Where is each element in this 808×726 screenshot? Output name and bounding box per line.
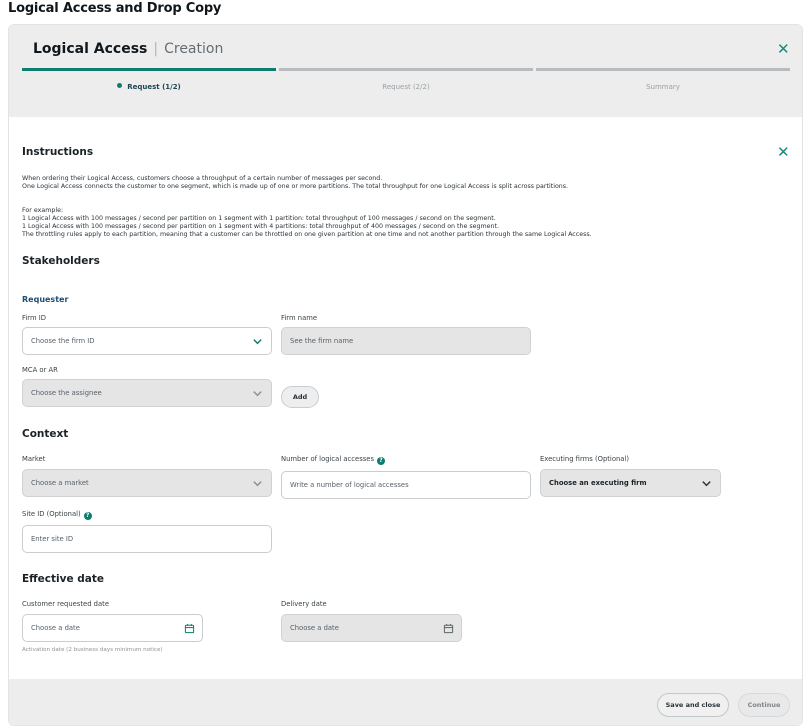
calendar-icon[interactable] — [184, 623, 195, 634]
market-label: Market — [22, 455, 46, 463]
title-separator: | — [153, 41, 159, 57]
context-heading: Context — [22, 428, 69, 440]
chevron-down-icon — [253, 339, 262, 345]
continue-button[interactable]: Continue — [738, 693, 790, 717]
save-and-close-button[interactable]: Save and close — [657, 693, 729, 717]
logical-accesses-placeholder: Write a number of logical accesses — [290, 481, 409, 489]
step-progress-1 — [22, 68, 276, 71]
customer-requested-date-label: Customer requested date — [22, 600, 109, 608]
market-placeholder: Choose a market — [31, 479, 89, 487]
step-3-label: Summary — [646, 83, 680, 91]
firm-id-select[interactable]: Choose the firm ID — [22, 327, 272, 355]
modal-title: Logical Access | Creation — [33, 41, 223, 57]
instructions-line: When ordering their Logical Access, cust… — [22, 175, 383, 182]
executing-firm-placeholder: Choose an executing firm — [549, 479, 647, 487]
executing-firms-label: Executing firms (Optional) — [540, 455, 629, 463]
help-icon[interactable]: ? — [377, 457, 386, 465]
instructions-line: 1 Logical Access with 100 messages / sec… — [22, 223, 499, 230]
firm-id-label: Firm ID — [22, 314, 46, 322]
creation-card: Logical Access | Creation ✕ Request (1/2) … — [8, 24, 803, 726]
chevron-down-icon — [702, 481, 711, 487]
site-id-label: Site ID (Optional)? — [22, 510, 92, 520]
instructions-line: One Logical Access connects the customer… — [22, 183, 569, 190]
close-instructions-icon[interactable]: ✕ — [777, 145, 790, 160]
delivery-date-input: Choose a date — [281, 614, 462, 642]
executing-firm-select[interactable]: Choose an executing firm — [540, 469, 721, 497]
firm-name-label: Firm name — [281, 314, 318, 322]
instructions-line: For example: — [22, 207, 64, 214]
site-id-input[interactable]: Enter site ID — [22, 525, 272, 553]
instructions-line: 1 Logical Access with 100 messages / sec… — [22, 215, 496, 222]
market-select[interactable]: Choose a market — [22, 469, 272, 497]
logical-accesses-label-text: Number of logical accesses — [281, 455, 375, 463]
effective-date-heading: Effective date — [22, 573, 105, 585]
delivery-date-placeholder: Choose a date — [290, 624, 339, 632]
step-2-label: Request (2/2) — [382, 83, 430, 91]
step-progress-3 — [536, 68, 790, 71]
help-icon[interactable]: ? — [83, 512, 92, 520]
modal-title-main: Logical Access — [33, 41, 148, 57]
firm-id-placeholder: Choose the firm ID — [31, 337, 95, 345]
firm-name-field: See the firm name — [281, 327, 531, 355]
requester-heading: Requester — [22, 295, 69, 304]
current-step-dot — [117, 83, 123, 88]
card-header: Logical Access | Creation ✕ Request (1/2) … — [9, 25, 802, 117]
step-3[interactable]: Summary — [536, 83, 790, 91]
site-id-placeholder: Enter site ID — [31, 535, 74, 543]
modal-title-sub: Creation — [164, 41, 224, 57]
instructions-heading: Instructions — [22, 146, 94, 158]
stakeholders-heading: Stakeholders — [22, 255, 100, 267]
chevron-down-icon — [253, 391, 262, 397]
instructions-line: The throttling rules apply to each parti… — [22, 231, 592, 238]
step-progress-2 — [279, 68, 533, 71]
close-modal-icon[interactable]: ✕ — [777, 42, 790, 57]
mca-ar-placeholder: Choose the assignee — [31, 389, 102, 397]
customer-requested-date-input[interactable]: Choose a date — [22, 614, 203, 642]
step-1[interactable]: Request (1/2) — [22, 83, 276, 91]
step-2[interactable]: Request (2/2) — [279, 83, 533, 91]
add-assignee-button[interactable]: Add — [281, 386, 319, 408]
mca-ar-label: MCA or AR — [22, 366, 58, 374]
chevron-down-icon — [253, 481, 262, 487]
logical-accesses-label: Number of logical accesses? — [281, 455, 386, 465]
firm-name-placeholder: See the firm name — [290, 337, 354, 345]
site-id-label-text: Site ID (Optional) — [22, 510, 81, 518]
step-1-label: Request (1/2) — [127, 83, 181, 91]
logical-accesses-input[interactable]: Write a number of logical accesses — [281, 471, 531, 499]
page-title: Logical Access and Drop Copy — [8, 1, 222, 16]
calendar-icon — [443, 623, 454, 634]
activation-date-hint: Activation date (2 business days minimum… — [22, 647, 163, 653]
delivery-date-label: Delivery date — [281, 600, 327, 608]
mca-ar-select[interactable]: Choose the assignee — [22, 379, 272, 407]
customer-requested-date-placeholder: Choose a date — [31, 624, 80, 632]
